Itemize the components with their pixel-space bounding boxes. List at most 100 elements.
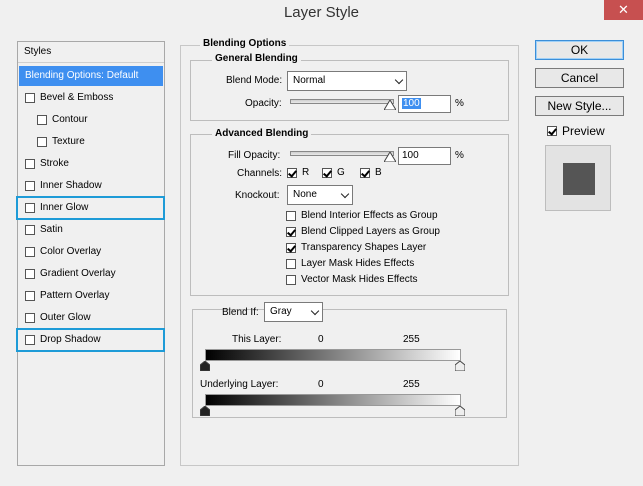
new-style-button[interactable]: New Style... bbox=[535, 96, 624, 116]
this-layer-gradient[interactable] bbox=[205, 349, 461, 361]
window-title: Layer Style bbox=[283, 4, 360, 21]
blend-mode-select[interactable]: Normal bbox=[287, 71, 407, 91]
this-layer-black-thumb[interactable] bbox=[199, 360, 211, 374]
blending-options-title: Blending Options bbox=[200, 38, 290, 49]
opacity-slider-track[interactable] bbox=[290, 99, 394, 104]
option-checkbox[interactable] bbox=[286, 226, 296, 237]
style-item-contour[interactable]: Contour bbox=[19, 110, 163, 130]
blend-if-value: Gray bbox=[270, 306, 292, 317]
style-checkbox[interactable] bbox=[25, 225, 35, 235]
style-item-stroke[interactable]: Stroke bbox=[19, 154, 163, 174]
knockout-label: Knockout: bbox=[235, 190, 280, 201]
ok-button[interactable]: OK bbox=[535, 40, 624, 60]
option-checkbox[interactable] bbox=[286, 242, 296, 253]
style-item-label: Blending Options: Default bbox=[25, 70, 139, 81]
preview-toggle[interactable]: Preview bbox=[547, 124, 605, 138]
underlying-layer-black-thumb[interactable] bbox=[199, 405, 211, 419]
preview-thumbnail bbox=[545, 145, 611, 211]
style-item-label: Pattern Overlay bbox=[40, 290, 110, 301]
style-checkbox[interactable] bbox=[25, 93, 35, 103]
styles-header: Styles bbox=[18, 42, 164, 63]
style-item-color-overlay[interactable]: Color Overlay bbox=[19, 242, 163, 262]
style-item-label: Inner Shadow bbox=[40, 180, 102, 191]
chevron-down-icon bbox=[340, 189, 350, 199]
this-layer-white-thumb[interactable] bbox=[454, 360, 466, 374]
option-label: Blend Clipped Layers as Group bbox=[301, 226, 440, 237]
option-label: Layer Mask Hides Effects bbox=[301, 258, 415, 269]
style-item-bevel-emboss[interactable]: Bevel & Emboss bbox=[19, 88, 163, 108]
this-layer-label: This Layer: bbox=[232, 334, 282, 345]
channels-label: Channels: bbox=[237, 168, 283, 179]
channel-r[interactable]: R bbox=[287, 167, 309, 178]
underlying-layer-gradient[interactable] bbox=[205, 394, 461, 406]
fill-opacity-slider-thumb[interactable] bbox=[383, 151, 397, 165]
option-vector-mask-hides-effects[interactable]: Vector Mask Hides Effects bbox=[286, 274, 418, 285]
chevron-down-icon bbox=[394, 75, 404, 85]
fill-opacity-label: Fill Opacity: bbox=[228, 150, 281, 161]
style-checkbox[interactable] bbox=[37, 115, 47, 125]
style-item-label: Bevel & Emboss bbox=[40, 92, 114, 103]
blend-if-label: Blend If: bbox=[222, 307, 259, 318]
blend-if-select[interactable]: Gray bbox=[264, 302, 323, 322]
option-transparency-shapes-layer[interactable]: Transparency Shapes Layer bbox=[286, 242, 426, 253]
option-checkbox[interactable] bbox=[286, 258, 296, 269]
opacity-slider-thumb[interactable] bbox=[383, 99, 397, 113]
opacity-value: 100 bbox=[402, 98, 421, 109]
opacity-unit: % bbox=[455, 98, 464, 109]
option-label: Transparency Shapes Layer bbox=[301, 242, 427, 253]
option-blend-clipped-layers-as-group[interactable]: Blend Clipped Layers as Group bbox=[286, 226, 440, 237]
channel-b-checkbox[interactable] bbox=[360, 167, 370, 178]
option-blend-interior-effects-as-group[interactable]: Blend Interior Effects as Group bbox=[286, 210, 438, 221]
preview-checkbox[interactable] bbox=[547, 126, 557, 136]
style-checkbox[interactable] bbox=[25, 269, 35, 279]
style-item-label: Stroke bbox=[40, 158, 69, 169]
style-checkbox[interactable] bbox=[25, 313, 35, 323]
style-checkbox[interactable] bbox=[25, 291, 35, 301]
underlying-layer-white-thumb[interactable] bbox=[454, 405, 466, 419]
cancel-button[interactable]: Cancel bbox=[535, 68, 624, 88]
style-item-gradient-overlay[interactable]: Gradient Overlay bbox=[19, 264, 163, 284]
preview-label: Preview bbox=[562, 124, 605, 138]
style-checkbox[interactable] bbox=[25, 247, 35, 257]
style-checkbox[interactable] bbox=[25, 159, 35, 169]
style-item-label: Color Overlay bbox=[40, 246, 102, 257]
blend-mode-value: Normal bbox=[293, 75, 326, 86]
blend-mode-label: Blend Mode: bbox=[226, 75, 283, 86]
channel-r-checkbox[interactable] bbox=[287, 167, 297, 178]
close-button[interactable]: ✕ bbox=[604, 0, 643, 20]
style-checkbox[interactable] bbox=[25, 181, 35, 191]
channel-g[interactable]: G bbox=[322, 167, 345, 178]
style-item-pattern-overlay[interactable]: Pattern Overlay bbox=[19, 286, 163, 306]
opacity-label: Opacity: bbox=[245, 98, 282, 109]
chevron-down-icon bbox=[310, 306, 320, 316]
fill-opacity-slider-track[interactable] bbox=[290, 151, 394, 156]
style-item-blending-options-default[interactable]: Blending Options: Default bbox=[19, 66, 163, 86]
option-layer-mask-hides-effects[interactable]: Layer Mask Hides Effects bbox=[286, 258, 414, 269]
channel-r-label: R bbox=[302, 167, 310, 178]
highlight-box bbox=[16, 328, 165, 352]
knockout-select[interactable]: None bbox=[287, 185, 353, 205]
style-item-outer-glow[interactable]: Outer Glow bbox=[19, 308, 163, 328]
style-item-label: Satin bbox=[40, 224, 63, 235]
option-checkbox[interactable] bbox=[286, 210, 296, 221]
style-item-label: Gradient Overlay bbox=[40, 268, 116, 279]
advanced-blending-title: Advanced Blending bbox=[212, 128, 312, 139]
underlying-layer-max: 255 bbox=[403, 379, 420, 390]
style-item-texture[interactable]: Texture bbox=[19, 132, 163, 152]
opacity-input[interactable]: 100 bbox=[398, 95, 451, 113]
style-item-label: Contour bbox=[52, 114, 88, 125]
style-item-inner-shadow[interactable]: Inner Shadow bbox=[19, 176, 163, 196]
fill-opacity-input[interactable]: 100 bbox=[398, 147, 451, 165]
channel-b[interactable]: B bbox=[360, 167, 382, 178]
highlight-box bbox=[16, 196, 165, 220]
general-blending-title: General Blending bbox=[212, 53, 301, 64]
channel-g-checkbox[interactable] bbox=[322, 167, 332, 178]
channel-b-label: B bbox=[375, 167, 382, 178]
option-checkbox[interactable] bbox=[286, 274, 296, 285]
style-checkbox[interactable] bbox=[37, 137, 47, 147]
style-item-label: Texture bbox=[52, 136, 85, 147]
style-item-satin[interactable]: Satin bbox=[19, 220, 163, 240]
preview-swatch bbox=[563, 163, 595, 195]
underlying-layer-min: 0 bbox=[318, 379, 324, 390]
option-label: Blend Interior Effects as Group bbox=[301, 210, 438, 221]
